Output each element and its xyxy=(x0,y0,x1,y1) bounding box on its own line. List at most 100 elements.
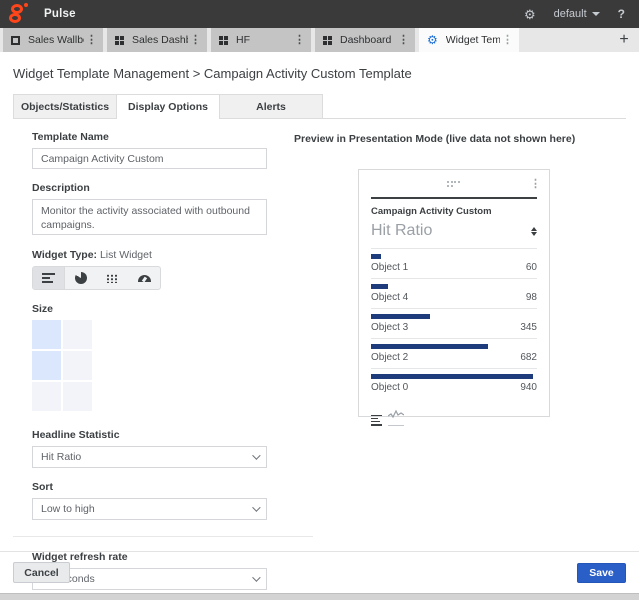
template-name-label: Template Name xyxy=(32,131,267,143)
tab-menu-icon[interactable]: ⋮ xyxy=(396,35,411,46)
grid-icon xyxy=(219,36,228,45)
size-cell[interactable] xyxy=(63,320,92,349)
object-value: 682 xyxy=(520,352,537,363)
footer-divider xyxy=(0,551,639,552)
headline-statistic-select[interactable]: Hit Ratio xyxy=(32,446,267,468)
tab-widget-template[interactable]: ⚙ Widget Template M ⋮ xyxy=(419,28,519,52)
tab-menu-icon[interactable]: ⋮ xyxy=(84,35,99,46)
page-title: Widget Template Management > Campaign Ac… xyxy=(13,66,412,81)
profile-label: default xyxy=(554,8,587,20)
chevron-down-icon xyxy=(592,12,600,16)
bottom-strip xyxy=(0,593,639,600)
grid-widget-icon xyxy=(106,274,119,283)
description-label: Description xyxy=(32,182,267,194)
sort-select[interactable]: Low to high xyxy=(32,498,267,520)
tab-menu-icon[interactable]: ⋮ xyxy=(292,35,307,46)
value-bar xyxy=(371,284,388,289)
sparkline-view-icon[interactable] xyxy=(388,406,404,426)
app-header: Pulse ⚙ default ? xyxy=(0,0,639,28)
settings-gear-icon[interactable]: ⚙ xyxy=(524,8,536,21)
widget-title: Campaign Activity Custom xyxy=(371,206,537,217)
object-label: Object 0 xyxy=(371,382,408,393)
drag-handle-icon[interactable] xyxy=(447,181,461,187)
tab-display-options[interactable]: Display Options xyxy=(116,94,220,118)
page-tabs: Objects/Statistics Display Options Alert… xyxy=(13,94,626,119)
value-bar xyxy=(371,254,381,259)
value-bar xyxy=(371,314,430,319)
widget-type-selector xyxy=(32,266,161,290)
sort-icon[interactable] xyxy=(531,227,537,236)
cancel-button[interactable]: Cancel xyxy=(13,562,70,583)
object-label: Object 3 xyxy=(371,322,408,333)
value-bar xyxy=(371,344,488,349)
size-cell[interactable] xyxy=(63,351,92,380)
grid-icon xyxy=(115,36,124,45)
tab-sales-wallboard[interactable]: Sales Wallboard ⋮ xyxy=(3,28,103,52)
size-cell[interactable] xyxy=(32,351,61,380)
list-item: Object 4 98 xyxy=(371,278,537,308)
tab-hf[interactable]: HF ⋮ xyxy=(211,28,311,52)
object-value: 60 xyxy=(526,262,537,273)
list-item: Object 0 940 xyxy=(371,368,537,398)
object-list: Object 1 60 Object 4 98 Object 3 345 xyxy=(371,248,537,398)
card-rule xyxy=(371,197,537,199)
sort-label: Sort xyxy=(32,481,267,493)
help-icon[interactable]: ? xyxy=(618,7,625,21)
size-cell[interactable] xyxy=(32,382,61,411)
value-bar xyxy=(371,374,533,379)
chevron-down-icon xyxy=(252,503,260,511)
form-divider xyxy=(13,536,313,537)
profile-dropdown[interactable]: default xyxy=(554,8,600,20)
genesys-logo-icon xyxy=(8,3,30,25)
headline-statistic-value: Hit Ratio xyxy=(41,451,81,463)
grid-widget-button[interactable] xyxy=(97,267,129,289)
size-grid xyxy=(32,320,92,411)
object-label: Object 4 xyxy=(371,292,408,303)
tab-sales-dashboard[interactable]: Sales Dashboard ⋮ xyxy=(107,28,207,52)
donut-widget-button[interactable] xyxy=(65,267,97,289)
chevron-down-icon xyxy=(252,573,260,581)
app-title: Pulse xyxy=(44,8,76,20)
object-value: 98 xyxy=(526,292,537,303)
tab-dashboard[interactable]: Dashboard ⋮ xyxy=(315,28,415,52)
object-label: Object 2 xyxy=(371,352,408,363)
tab-menu-icon[interactable]: ⋮ xyxy=(188,35,203,46)
preview-heading: Preview in Presentation Mode (live data … xyxy=(294,133,626,145)
list-view-icon[interactable] xyxy=(371,415,382,427)
gear-icon: ⚙ xyxy=(427,34,438,46)
size-cell[interactable] xyxy=(32,320,61,349)
list-item: Object 1 60 xyxy=(371,248,537,278)
tab-objects-statistics[interactable]: Objects/Statistics xyxy=(13,94,117,118)
size-cell[interactable] xyxy=(63,382,92,411)
widget-preview-card: ⋮ Campaign Activity Custom Hit Ratio Obj… xyxy=(358,169,550,417)
tab-alerts[interactable]: Alerts xyxy=(219,94,323,118)
list-item: Object 2 682 xyxy=(371,338,537,368)
gauge-widget-button[interactable] xyxy=(128,267,160,289)
display-options-form: Template Name Description Monitor the ac… xyxy=(32,131,267,590)
donut-widget-icon xyxy=(75,272,87,284)
widget-type-value: List Widget xyxy=(100,249,152,261)
list-item: Object 3 345 xyxy=(371,308,537,338)
list-widget-icon xyxy=(42,273,55,283)
size-label: Size xyxy=(32,303,267,315)
description-input[interactable]: Monitor the activity associated with out… xyxy=(32,199,267,235)
template-name-input[interactable] xyxy=(32,148,267,169)
preview-panel: Preview in Presentation Mode (live data … xyxy=(294,133,626,417)
widget-statistic-name: Hit Ratio xyxy=(371,222,432,240)
tab-menu-icon[interactable]: ⋮ xyxy=(500,35,515,46)
save-button[interactable]: Save xyxy=(577,563,626,583)
grid-icon xyxy=(323,36,332,45)
gauge-widget-icon xyxy=(138,275,151,282)
dashboard-tab-strip: Sales Wallboard ⋮ Sales Dashboard ⋮ HF ⋮… xyxy=(0,28,639,52)
wallboard-icon xyxy=(11,36,20,45)
object-value: 345 xyxy=(520,322,537,333)
list-widget-button[interactable] xyxy=(33,267,65,289)
widget-type-line: Widget Type: List Widget xyxy=(32,249,267,261)
chevron-down-icon xyxy=(252,451,260,459)
object-label: Object 1 xyxy=(371,262,408,273)
headline-statistic-label: Headline Statistic xyxy=(32,429,267,441)
widget-menu-icon[interactable]: ⋮ xyxy=(530,179,541,190)
widget-type-label: Widget Type: xyxy=(32,249,97,261)
sort-value: Low to high xyxy=(41,503,95,515)
add-tab-button[interactable]: + xyxy=(609,28,639,52)
